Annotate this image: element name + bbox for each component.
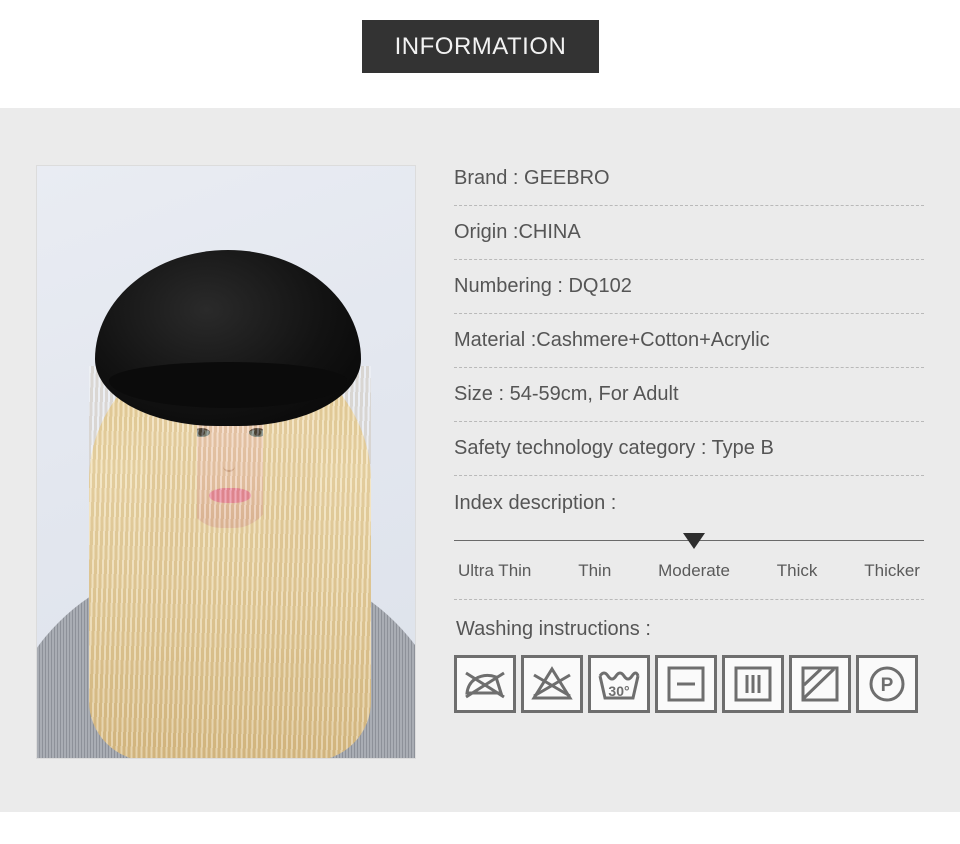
index-description-title: Index description : [454,492,617,514]
dry-flat-icon [655,655,717,713]
information-page: INFORMATION Brand: GEEBRO Origin:CHINA… [0,0,960,844]
thickness-scale-labels: Ultra Thin Thin Moderate Thick Thicker [454,551,924,581]
dry-in-shade-icon [789,655,851,713]
do-not-bleach-icon [521,655,583,713]
spec-brand: Brand : GEEBRO [454,167,610,189]
machine-wash-30-icon: 30° [588,655,650,713]
spec-row-safety: Safety technology category : Type B [454,422,924,476]
spec-row-material: Material :Cashmere+Cotton+Acrylic [454,314,924,368]
do-not-iron-icon [454,655,516,713]
spec-row-numbering: Numbering : DQ102 [454,260,924,314]
scale-label-thicker: Thicker [864,561,920,580]
spec-list: Brand : GEEBRO Origin :CHINA Numbering :… [454,152,924,713]
spec-numbering: Numbering : DQ102 [454,275,632,297]
spec-origin: Origin :CHINA [454,221,581,243]
drip-dry-icon [722,655,784,713]
thickness-scale-marker [683,533,706,549]
header-band: INFORMATION [0,0,960,108]
scale-label-ultra-thin: Ultra Thin [458,561,532,580]
svg-text:30°: 30° [608,683,629,699]
washing-icons-row: 30° P [454,655,924,713]
spec-row-origin: Origin :CHINA [454,206,924,260]
scale-label-moderate: Moderate [658,561,730,580]
information-banner-label: INFORMATION [394,32,567,60]
scale-label-thick: Thick [776,561,818,580]
professional-dry-clean-p-icon: P [856,655,918,713]
thickness-scale [454,529,924,551]
product-photo-inner [37,166,415,758]
scale-label-thin: Thin [578,561,612,580]
index-description-block: Index description : Ultra Thin Thin Mode… [454,476,924,600]
spec-safety: Safety technology category : Type B [454,437,774,459]
product-photo [36,165,416,759]
svg-text:P: P [881,675,894,696]
spec-row-brand: Brand : GEEBRO [454,152,924,206]
information-banner: INFORMATION [362,20,599,73]
spec-row-size: Size : 54-59cm, For Adult [454,368,924,422]
spec-material: Material :Cashmere+Cotton+Acrylic [454,329,770,351]
spec-size: Size : 54-59cm, For Adult [454,383,679,405]
washing-instructions-title: Washing instructions : [456,618,651,640]
